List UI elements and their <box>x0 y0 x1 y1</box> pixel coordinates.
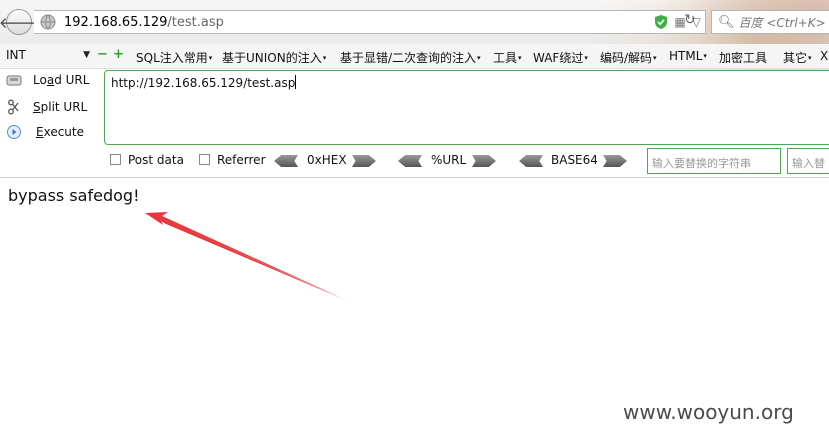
watermark-text: www.wooyun.org <box>623 400 794 424</box>
annotation-arrow <box>145 212 343 299</box>
